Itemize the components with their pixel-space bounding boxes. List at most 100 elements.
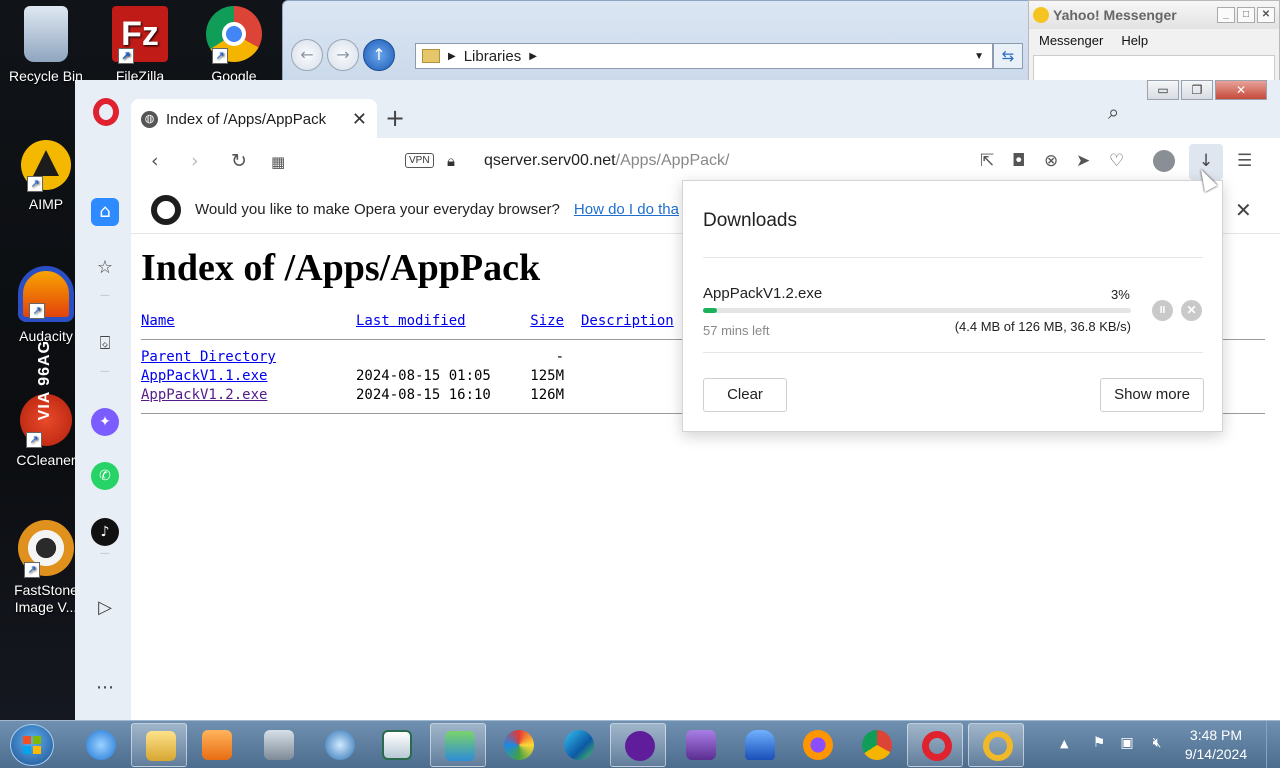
taskbar-app-visual-studio[interactable] bbox=[672, 723, 728, 767]
sidebar: ⌂ ☆ — ⌺ — ✦ ✆ ♪ — ▷ ⋯ bbox=[75, 186, 131, 720]
desktop-icon-filezilla[interactable]: Fz ↗ FileZilla bbox=[94, 6, 186, 85]
tab-title: Index of /Apps/AppPack bbox=[166, 110, 327, 128]
new-tab-plus-icon[interactable]: + bbox=[385, 104, 405, 132]
yahoo-messenger-window[interactable]: Yahoo! Messenger _ □ ✕ Messenger Help bbox=[1028, 0, 1280, 88]
heart-icon[interactable]: ♡ bbox=[1109, 151, 1124, 171]
taskbar-app-internet-explorer[interactable] bbox=[72, 723, 128, 767]
explorer-window[interactable]: ← → ↑ ▶ Libraries ▶ ▼ ⇆ bbox=[282, 0, 1030, 90]
file-link-appackv11[interactable]: AppPackV1.1.exe bbox=[141, 368, 267, 384]
taskbar-app-paint[interactable] bbox=[490, 723, 546, 767]
desktop-icon-google[interactable]: ↗ Google bbox=[188, 6, 280, 85]
yahoo-messenger-icon bbox=[625, 731, 655, 761]
tab-active[interactable]: ◍ Index of /Apps/AppPack ✕ bbox=[131, 99, 377, 139]
taskbar-app-media-player[interactable] bbox=[188, 723, 244, 767]
desktop-icon-recycle-bin[interactable]: Recycle Bin bbox=[0, 6, 92, 85]
file-link-appackv12[interactable]: AppPackV1.2.exe bbox=[141, 387, 267, 403]
infobar-link[interactable]: How do I do tha bbox=[574, 201, 679, 218]
forward-icon[interactable]: › bbox=[191, 150, 199, 172]
desktop-icon-label: Recycle Bin bbox=[9, 68, 83, 84]
menu-item-messenger[interactable]: Messenger bbox=[1039, 33, 1103, 48]
infobar-text: Would you like to make Opera your everyd… bbox=[195, 201, 560, 218]
taskbar-app-blue-shape[interactable] bbox=[731, 723, 787, 767]
send-icon[interactable]: ➤ bbox=[1076, 151, 1090, 171]
easy-setup-sliders-icon[interactable]: ☰ bbox=[1237, 151, 1252, 171]
column-header-description[interactable]: Description bbox=[581, 313, 674, 329]
back-icon[interactable]: ‹ bbox=[151, 150, 159, 172]
reload-icon[interactable]: ↻ bbox=[231, 150, 247, 172]
download-filename[interactable]: AppPackV1.2.exe bbox=[703, 285, 822, 302]
taskbar-app-chrome[interactable] bbox=[848, 723, 904, 767]
desktop-icon-label: FastStone Image V... bbox=[14, 582, 78, 615]
sidebar-messenger-icon[interactable]: ✦ bbox=[91, 408, 119, 436]
clear-button[interactable]: Clear bbox=[703, 378, 787, 412]
taskbar-clock[interactable]: 3:48 PM 9/14/2024 bbox=[1176, 726, 1256, 764]
refresh-icon[interactable]: ⇆ bbox=[993, 43, 1023, 69]
infobar-close-icon[interactable]: ✕ bbox=[1235, 198, 1252, 223]
taskbar-app-edge[interactable] bbox=[550, 723, 606, 767]
tab-strip: ◍ Index of /Apps/AppPack ✕ + ⌕ ▭ ❐ ✕ bbox=[75, 80, 1280, 139]
sidebar-whatsapp-icon[interactable]: ✆ bbox=[91, 462, 119, 490]
sidebar-home-icon[interactable]: ⌂ bbox=[91, 198, 119, 226]
vpn-badge[interactable]: VPN bbox=[405, 153, 434, 168]
network-icon[interactable]: ▣ bbox=[1118, 735, 1136, 753]
close-window-icon[interactable]: ✕ bbox=[1215, 80, 1267, 100]
sidebar-more-icon[interactable]: ⋯ bbox=[91, 674, 119, 702]
column-header-size[interactable]: Size bbox=[530, 313, 564, 329]
sidebar-player-icon[interactable]: ▷ bbox=[91, 594, 119, 622]
tab-grid-icon[interactable]: ▦ bbox=[271, 153, 285, 171]
ad-block-icon[interactable]: ⊗ bbox=[1044, 151, 1058, 171]
lock-icon[interactable]: 🔒︎ bbox=[447, 152, 455, 170]
tab-search-icon[interactable]: ⌕ bbox=[1108, 100, 1119, 124]
firefox-icon bbox=[803, 730, 833, 760]
minimize-icon[interactable]: ▭ bbox=[1147, 80, 1179, 100]
volume-muted-icon[interactable]: 🔇︎ bbox=[1148, 735, 1166, 753]
minimize-icon[interactable]: _ bbox=[1217, 7, 1235, 23]
cancel-download-icon[interactable]: ✕ bbox=[1181, 300, 1202, 321]
explorer-address-bar[interactable]: ▶ Libraries ▶ ▼ bbox=[415, 43, 993, 69]
start-button-windows-icon[interactable] bbox=[10, 724, 54, 766]
url-field[interactable]: qserver.serv00.net/Apps/AppPack/ bbox=[484, 152, 729, 170]
close-icon[interactable]: ✕ bbox=[1257, 7, 1275, 23]
opera-logo-icon[interactable] bbox=[93, 98, 119, 126]
back-arrow-icon[interactable]: ← bbox=[291, 39, 323, 71]
forward-arrow-icon[interactable]: → bbox=[327, 39, 359, 71]
taskbar-app-firefox[interactable] bbox=[789, 723, 845, 767]
tab-close-icon[interactable]: ✕ bbox=[352, 109, 367, 130]
column-header-last-modified[interactable]: Last modified bbox=[356, 313, 466, 329]
downloads-popup: Downloads AppPackV1.2.exe 3% 57 mins lef… bbox=[682, 180, 1223, 432]
taskbar-app-globe[interactable] bbox=[311, 723, 367, 767]
chrome-icon: ↗ bbox=[206, 6, 262, 64]
action-center-flag-icon[interactable]: ⚑ bbox=[1090, 735, 1108, 753]
camera-icon[interactable]: ◘ bbox=[1012, 151, 1025, 171]
parent-directory-link[interactable]: Parent Directory bbox=[141, 349, 276, 365]
chevron-down-icon[interactable]: ▼ bbox=[974, 51, 984, 62]
filezilla-icon: Fz ↗ bbox=[112, 6, 168, 64]
row-modified bbox=[356, 348, 516, 367]
sidebar-bookmarks-star-icon[interactable]: ☆ bbox=[91, 254, 119, 282]
taskbar: ▲ ⚑ ▣ 🔇︎ 3:48 PM 9/14/2024 bbox=[0, 720, 1280, 768]
column-header-name[interactable]: Name bbox=[141, 313, 175, 329]
shortcut-arrow-icon: ↗ bbox=[26, 432, 42, 448]
ring-app-icon bbox=[983, 731, 1013, 761]
pause-icon[interactable]: II bbox=[1152, 300, 1173, 321]
show-more-button[interactable]: Show more bbox=[1100, 378, 1204, 412]
taskbar-app-network[interactable] bbox=[430, 723, 486, 767]
show-hidden-icons-icon[interactable]: ▲ bbox=[1060, 737, 1068, 750]
sidebar-shopping-bag-icon[interactable]: ⌺ bbox=[91, 330, 119, 358]
up-arrow-icon[interactable]: ↑ bbox=[363, 39, 395, 71]
show-desktop-button[interactable] bbox=[1266, 721, 1280, 768]
folder-icon bbox=[422, 49, 440, 63]
taskbar-app-explorer[interactable] bbox=[131, 723, 187, 767]
maximize-icon[interactable]: □ bbox=[1237, 7, 1255, 23]
menu-item-help[interactable]: Help bbox=[1121, 33, 1148, 48]
restore-icon[interactable]: ❐ bbox=[1181, 80, 1213, 100]
row-size: - bbox=[555, 349, 564, 365]
taskbar-app-yahoo-messenger[interactable] bbox=[610, 723, 666, 767]
taskbar-app-ring[interactable] bbox=[968, 723, 1024, 767]
share-icon[interactable]: ⇱ bbox=[980, 151, 994, 171]
taskbar-app-notes[interactable] bbox=[368, 723, 424, 767]
profile-avatar-icon[interactable] bbox=[1153, 150, 1175, 172]
yahoo-titlebar[interactable]: Yahoo! Messenger _ □ ✕ bbox=[1029, 1, 1279, 29]
taskbar-app-opera[interactable] bbox=[907, 723, 963, 767]
taskbar-app-task-manager[interactable] bbox=[250, 723, 306, 767]
